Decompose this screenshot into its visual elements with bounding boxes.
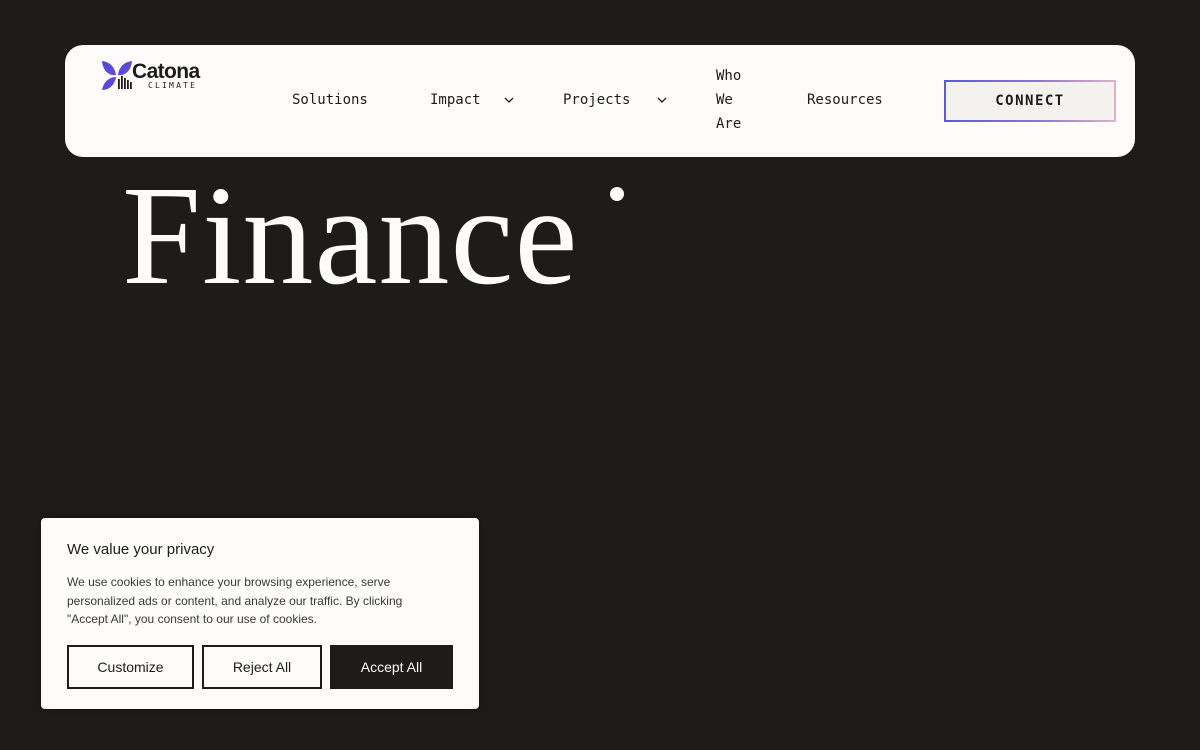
logo-link[interactable]: Catona CLIMATE bbox=[101, 60, 221, 94]
butterfly-leaf-icon bbox=[102, 61, 132, 90]
nav-item-who-we-are[interactable]: Who We Are bbox=[716, 64, 756, 136]
customize-button[interactable]: Customize bbox=[67, 645, 194, 689]
connect-button[interactable]: CONNECT bbox=[944, 80, 1116, 122]
brand-tagline: CLIMATE bbox=[148, 81, 198, 90]
chevron-down-icon[interactable] bbox=[657, 97, 667, 103]
accept-all-button[interactable]: Accept All bbox=[330, 645, 453, 689]
nav-item-impact[interactable]: Impact bbox=[430, 88, 481, 112]
hero-title: Finance bbox=[122, 156, 579, 314]
chevron-down-icon[interactable] bbox=[504, 97, 514, 103]
cookie-banner-text: We use cookies to enhance your browsing … bbox=[67, 575, 403, 626]
connect-button-label: CONNECT bbox=[946, 82, 1114, 120]
hero-dot-accent bbox=[610, 187, 624, 201]
cookie-banner-title: We value your privacy bbox=[67, 541, 215, 558]
reject-all-button[interactable]: Reject All bbox=[202, 645, 322, 689]
cookie-consent-banner: We value your privacy We use cookies to … bbox=[41, 518, 479, 709]
nav-item-resources[interactable]: Resources bbox=[807, 88, 883, 112]
page: Catona CLIMATE Solutions Impact Projects… bbox=[0, 0, 1200, 750]
site-header: Catona CLIMATE Solutions Impact Projects… bbox=[65, 45, 1135, 157]
nav-item-projects[interactable]: Projects bbox=[563, 88, 630, 112]
nav-item-solutions[interactable]: Solutions bbox=[292, 88, 368, 112]
